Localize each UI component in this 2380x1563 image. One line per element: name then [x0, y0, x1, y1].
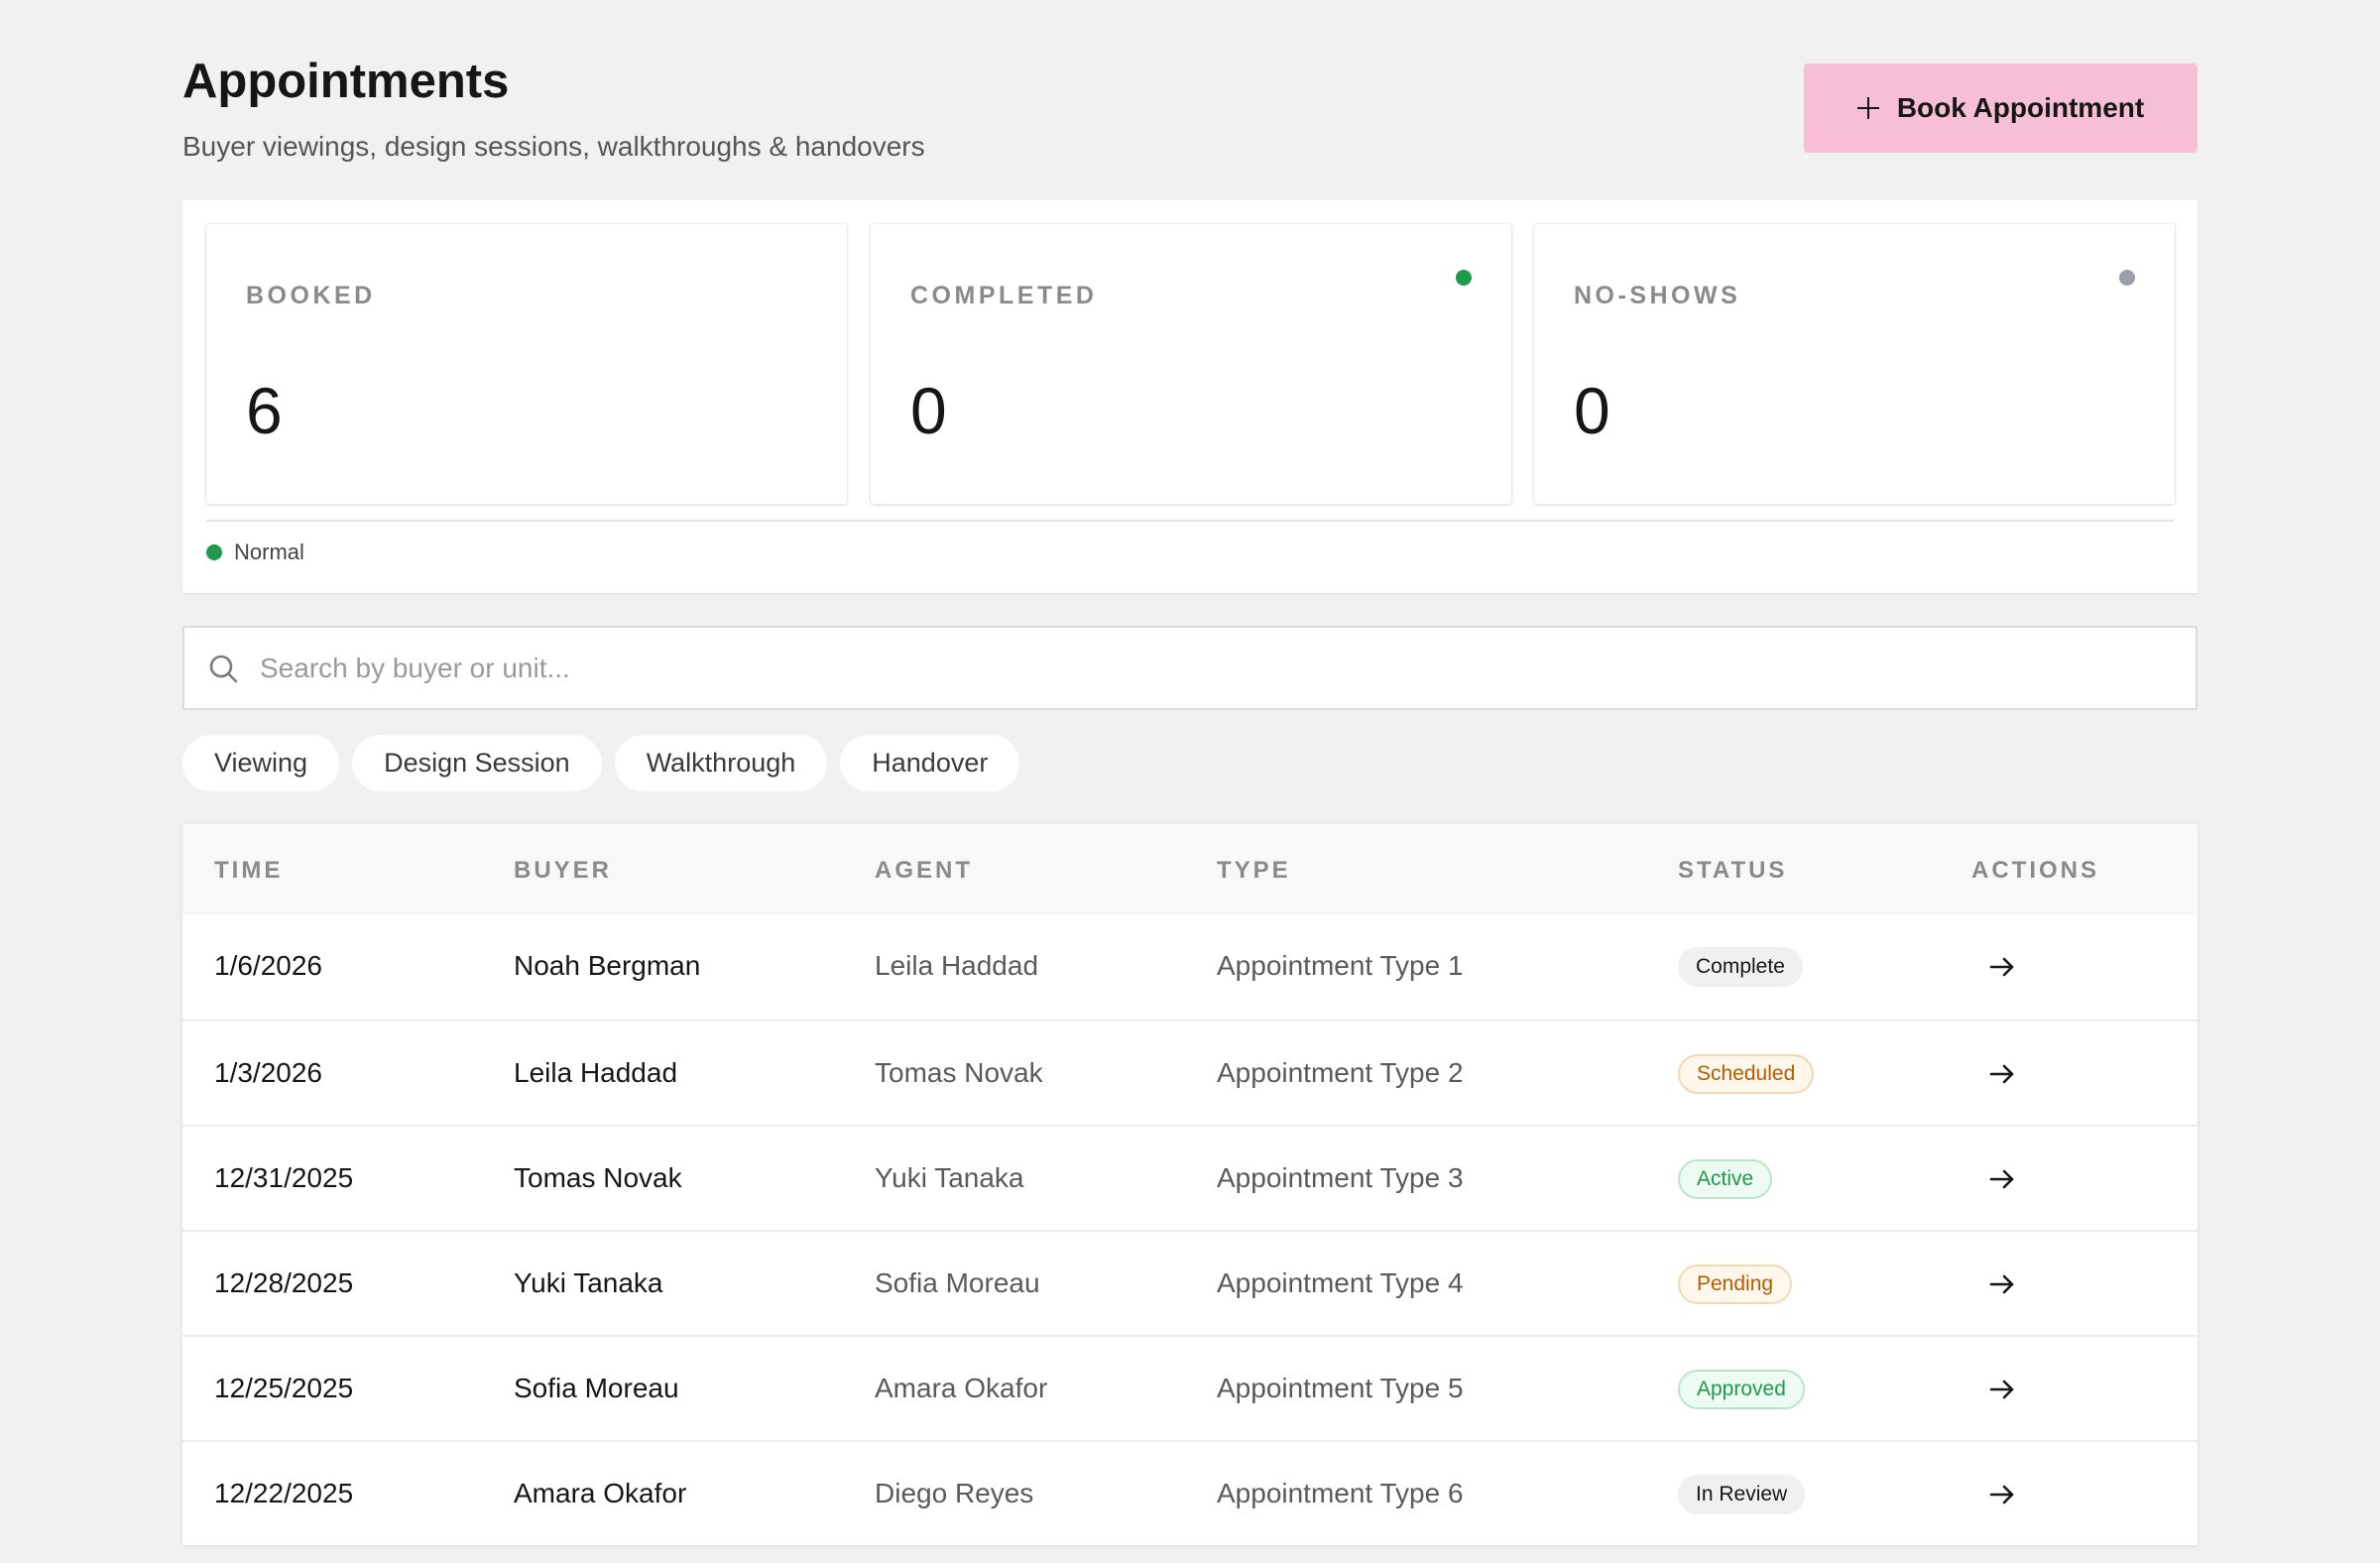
table-header: TIME BUYER AGENT TYPE STATUS ACTIONS [182, 824, 2198, 914]
filter-chip-design-session[interactable]: Design Session [352, 735, 602, 791]
column-header-actions: ACTIONS [1971, 857, 2099, 884]
status-badge: Complete [1678, 947, 1803, 987]
open-appointment-button[interactable] [1985, 950, 2019, 984]
search-icon [209, 655, 238, 683]
arrow-right-icon [1989, 1064, 2014, 1084]
page-title: Appointments [182, 55, 510, 108]
open-appointment-button[interactable] [1985, 1267, 2019, 1301]
column-header-buyer: BUYER [514, 857, 613, 884]
filter-chip-walkthrough[interactable]: Walkthrough [614, 735, 828, 791]
table-row[interactable]: 12/28/2025 Yuki Tanaka Sofia Moreau Appoint… [182, 1230, 2198, 1335]
cell-time: 1/6/2026 [214, 950, 322, 981]
table-row[interactable]: 12/25/2025 Sofia Moreau Amara Okafor Appoin… [182, 1335, 2198, 1440]
cell-agent: Sofia Moreau [875, 1267, 1040, 1298]
table-row[interactable]: 12/31/2025 Tomas Novak Yuki Tanaka Appointm… [182, 1125, 2198, 1230]
cell-buyer: Leila Haddad [514, 1057, 678, 1088]
divider [206, 520, 2174, 522]
cell-agent: Leila Haddad [875, 950, 1039, 981]
cell-type: Appointment Type 5 [1217, 1373, 1464, 1403]
table-row[interactable]: 1/3/2026 Leila Haddad Tomas Novak Appointme… [182, 1020, 2198, 1125]
open-appointment-button[interactable] [1985, 1478, 2019, 1511]
cell-time: 12/28/2025 [214, 1267, 354, 1298]
cell-type: Appointment Type 1 [1217, 950, 1464, 981]
stat-value: 6 [246, 374, 283, 447]
table-row[interactable]: 12/22/2025 Amara Okafor Diego Reyes Appoint… [182, 1440, 2198, 1545]
status-badge: Scheduled [1678, 1054, 1815, 1094]
page-header: Appointments Buyer viewings, design sess… [182, 0, 2198, 198]
open-appointment-button[interactable] [1985, 1373, 2019, 1406]
filter-chips: Viewing Design Session Walkthrough Hando… [182, 735, 1020, 791]
filter-chip-handover[interactable]: Handover [840, 735, 1020, 791]
status-badge: Approved [1678, 1370, 1805, 1409]
plus-icon [1856, 97, 1879, 119]
table-row[interactable]: 1/6/2026 Noah Bergman Leila Haddad Appointm… [182, 914, 2198, 1020]
stat-label: NO-SHOWS [1574, 282, 1741, 309]
column-header-agent: AGENT [875, 857, 973, 884]
legend-label: Normal [234, 540, 304, 564]
status-badge: Pending [1678, 1264, 1793, 1304]
search-box [182, 626, 2198, 710]
stat-label: BOOKED [246, 282, 376, 309]
cell-time: 12/25/2025 [214, 1373, 354, 1403]
cell-time: 1/3/2026 [214, 1057, 322, 1088]
legend: Normal [206, 540, 304, 565]
cell-agent: Amara Okafor [875, 1373, 1048, 1403]
open-appointment-button[interactable] [1985, 1057, 2019, 1091]
cell-type: Appointment Type 2 [1217, 1057, 1464, 1088]
stats-panel: BOOKED 6 COMPLETED 0 NO-SHOWS 0 Normal [182, 200, 2198, 593]
status-dot-icon [1456, 270, 1472, 286]
cell-buyer: Noah Bergman [514, 950, 701, 981]
arrow-right-icon [1989, 957, 2014, 977]
cell-time: 12/22/2025 [214, 1478, 354, 1508]
cell-agent: Tomas Novak [875, 1057, 1043, 1088]
stat-label: COMPLETED [910, 282, 1098, 309]
cell-agent: Diego Reyes [875, 1478, 1034, 1508]
filter-chip-viewing[interactable]: Viewing [182, 735, 340, 791]
cell-type: Appointment Type 4 [1217, 1267, 1464, 1298]
cell-buyer: Sofia Moreau [514, 1373, 679, 1403]
cell-buyer: Yuki Tanaka [514, 1267, 663, 1298]
column-header-type: TYPE [1217, 857, 1291, 884]
cell-type: Appointment Type 6 [1217, 1478, 1464, 1508]
appointments-page: Appointments Buyer viewings, design sess… [182, 0, 2198, 1545]
cell-buyer: Amara Okafor [514, 1478, 687, 1508]
status-badge: Active [1678, 1159, 1773, 1199]
arrow-right-icon [1989, 1485, 2014, 1504]
column-header-time: TIME [214, 857, 284, 884]
legend-dot-icon [206, 544, 222, 560]
status-badge: In Review [1678, 1475, 1806, 1514]
stat-value: 0 [1574, 374, 1610, 447]
cell-type: Appointment Type 3 [1217, 1162, 1464, 1193]
stat-card-booked: BOOKED 6 [206, 224, 847, 504]
stat-value: 0 [910, 374, 947, 447]
open-appointment-button[interactable] [1985, 1162, 2019, 1196]
arrow-right-icon [1989, 1169, 2014, 1189]
arrow-right-icon [1989, 1380, 2014, 1399]
stat-card-no-shows: NO-SHOWS 0 [1534, 224, 2175, 504]
appointments-table: TIME BUYER AGENT TYPE STATUS ACTIONS 1/6… [182, 824, 2198, 1545]
arrow-right-icon [1989, 1274, 2014, 1294]
book-appointment-label: Book Appointment [1896, 92, 2145, 123]
book-appointment-button[interactable]: Book Appointment [1804, 63, 2198, 153]
cell-time: 12/31/2025 [214, 1162, 354, 1193]
page-subtitle: Buyer viewings, design sessions, walkthr… [182, 131, 925, 162]
stat-card-completed: COMPLETED 0 [871, 224, 1511, 504]
status-dot-icon [2119, 270, 2135, 286]
search-input[interactable] [260, 628, 2144, 708]
cell-buyer: Tomas Novak [514, 1162, 682, 1193]
cell-agent: Yuki Tanaka [875, 1162, 1024, 1193]
column-header-status: STATUS [1678, 857, 1788, 884]
